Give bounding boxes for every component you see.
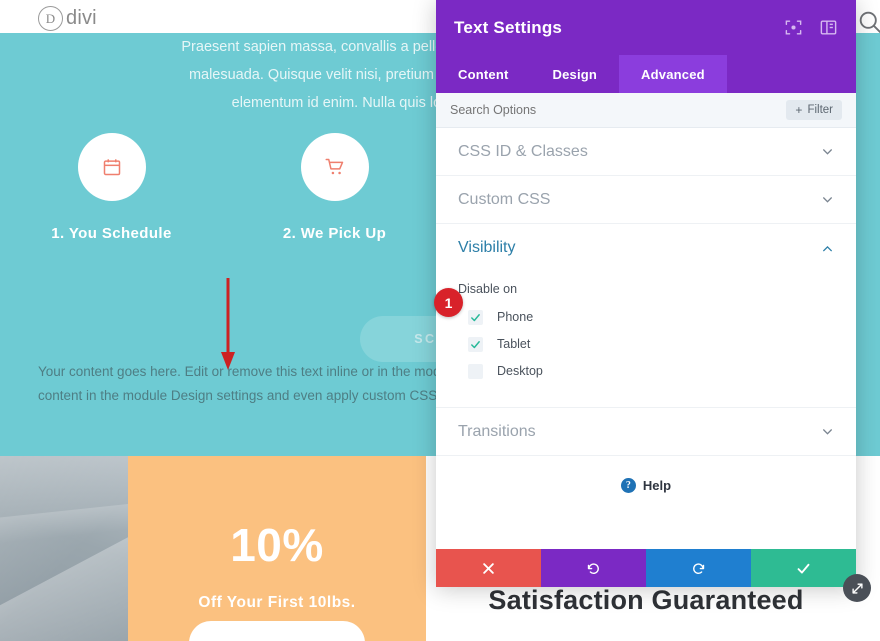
text-settings-modal: Text Settings Content Design Advanced Se… bbox=[436, 0, 856, 587]
redo-button[interactable] bbox=[646, 549, 751, 587]
panel-layout-icon[interactable] bbox=[819, 18, 838, 37]
section-title: CSS ID & Classes bbox=[458, 142, 588, 160]
checkbox-label: Desktop bbox=[497, 364, 543, 378]
section-custom-css[interactable]: Custom CSS bbox=[436, 176, 856, 224]
modal-header: Text Settings bbox=[436, 0, 856, 55]
redo-icon bbox=[693, 562, 705, 574]
undo-button[interactable] bbox=[541, 549, 646, 587]
step-label: 1. You Schedule bbox=[51, 225, 172, 242]
chevron-up-icon bbox=[821, 242, 834, 255]
filter-label: Filter bbox=[807, 104, 833, 116]
search-options-input[interactable] bbox=[450, 103, 787, 117]
tab-advanced[interactable]: Advanced bbox=[619, 55, 727, 93]
modal-footer bbox=[436, 549, 856, 587]
promo-button[interactable] bbox=[189, 621, 365, 641]
step-icon-circle bbox=[77, 133, 146, 201]
modal-header-actions bbox=[784, 18, 838, 37]
check-icon bbox=[797, 563, 810, 573]
tab-content[interactable]: Content bbox=[436, 55, 531, 93]
save-button[interactable] bbox=[751, 549, 856, 587]
step-icon-circle bbox=[300, 133, 369, 201]
promo-headline: 10% bbox=[230, 519, 324, 571]
divi-logo[interactable]: D divi bbox=[38, 6, 97, 31]
chevron-down-icon bbox=[821, 193, 834, 206]
satisfaction-heading: Satisfaction Guaranteed bbox=[488, 585, 804, 615]
modal-title: Text Settings bbox=[454, 17, 563, 37]
check-icon bbox=[471, 340, 480, 348]
logo-mark-icon: D bbox=[38, 6, 63, 31]
section-title: Transitions bbox=[458, 422, 536, 440]
modal-resize-handle[interactable] bbox=[843, 574, 871, 602]
search-icon[interactable] bbox=[856, 8, 880, 36]
cancel-button[interactable] bbox=[436, 549, 541, 587]
step-label: 2. We Pick Up bbox=[282, 225, 387, 242]
checkbox-desktop[interactable] bbox=[468, 363, 483, 379]
checkbox-phone[interactable] bbox=[468, 309, 483, 325]
checkbox-row-phone[interactable]: Phone bbox=[458, 304, 834, 330]
modal-tabs: Content Design Advanced bbox=[436, 55, 856, 93]
checkbox-row-desktop[interactable]: Desktop bbox=[458, 358, 834, 384]
help-icon: ? bbox=[620, 478, 636, 493]
promo-offer-card: 10% Off Your First 10lbs. bbox=[128, 456, 426, 641]
step-item-pickup[interactable]: 2. We Pick Up bbox=[223, 133, 446, 242]
promo-photo bbox=[0, 456, 128, 641]
promo-subline: Off Your First 10lbs. bbox=[198, 594, 356, 611]
filter-button[interactable]: + Filter bbox=[786, 100, 842, 120]
checkbox-row-tablet[interactable]: Tablet bbox=[458, 331, 834, 357]
close-icon bbox=[483, 562, 494, 574]
chevron-down-icon bbox=[821, 145, 834, 158]
annotation-badge-1: 1 bbox=[434, 288, 463, 317]
section-title: Custom CSS bbox=[458, 190, 551, 208]
plus-icon: + bbox=[795, 103, 803, 117]
shopping-cart-icon bbox=[325, 158, 343, 175]
disable-on-label: Disable on bbox=[458, 282, 518, 296]
chevron-down-icon bbox=[821, 425, 834, 438]
checkbox-label: Phone bbox=[497, 310, 534, 324]
visibility-panel: Disable on Phone Tablet Desktop bbox=[436, 272, 856, 408]
check-icon bbox=[471, 313, 480, 321]
checkbox-label: Tablet bbox=[497, 337, 531, 351]
section-css-id-classes[interactable]: CSS ID & Classes bbox=[436, 128, 856, 176]
section-visibility[interactable]: Visibility bbox=[436, 224, 856, 272]
help-label: Help bbox=[642, 478, 672, 493]
screenshot-root: D divi Praesent sapien massa, convallis … bbox=[0, 0, 880, 641]
calendar-icon bbox=[103, 159, 120, 176]
section-title: Visibility bbox=[458, 239, 516, 256]
undo-icon bbox=[587, 562, 599, 574]
section-transitions[interactable]: Transitions bbox=[436, 408, 856, 456]
step-item-schedule[interactable]: 1. You Schedule bbox=[0, 133, 223, 242]
checkbox-tablet[interactable] bbox=[468, 336, 483, 352]
help-link[interactable]: ? Help bbox=[436, 456, 856, 515]
logo-text: divi bbox=[66, 7, 97, 29]
focus-mode-icon[interactable] bbox=[784, 18, 803, 37]
modal-body: CSS ID & Classes Custom CSS Visibility D… bbox=[436, 128, 856, 549]
search-options-bar: + Filter bbox=[436, 93, 856, 128]
tab-design[interactable]: Design bbox=[531, 55, 620, 93]
